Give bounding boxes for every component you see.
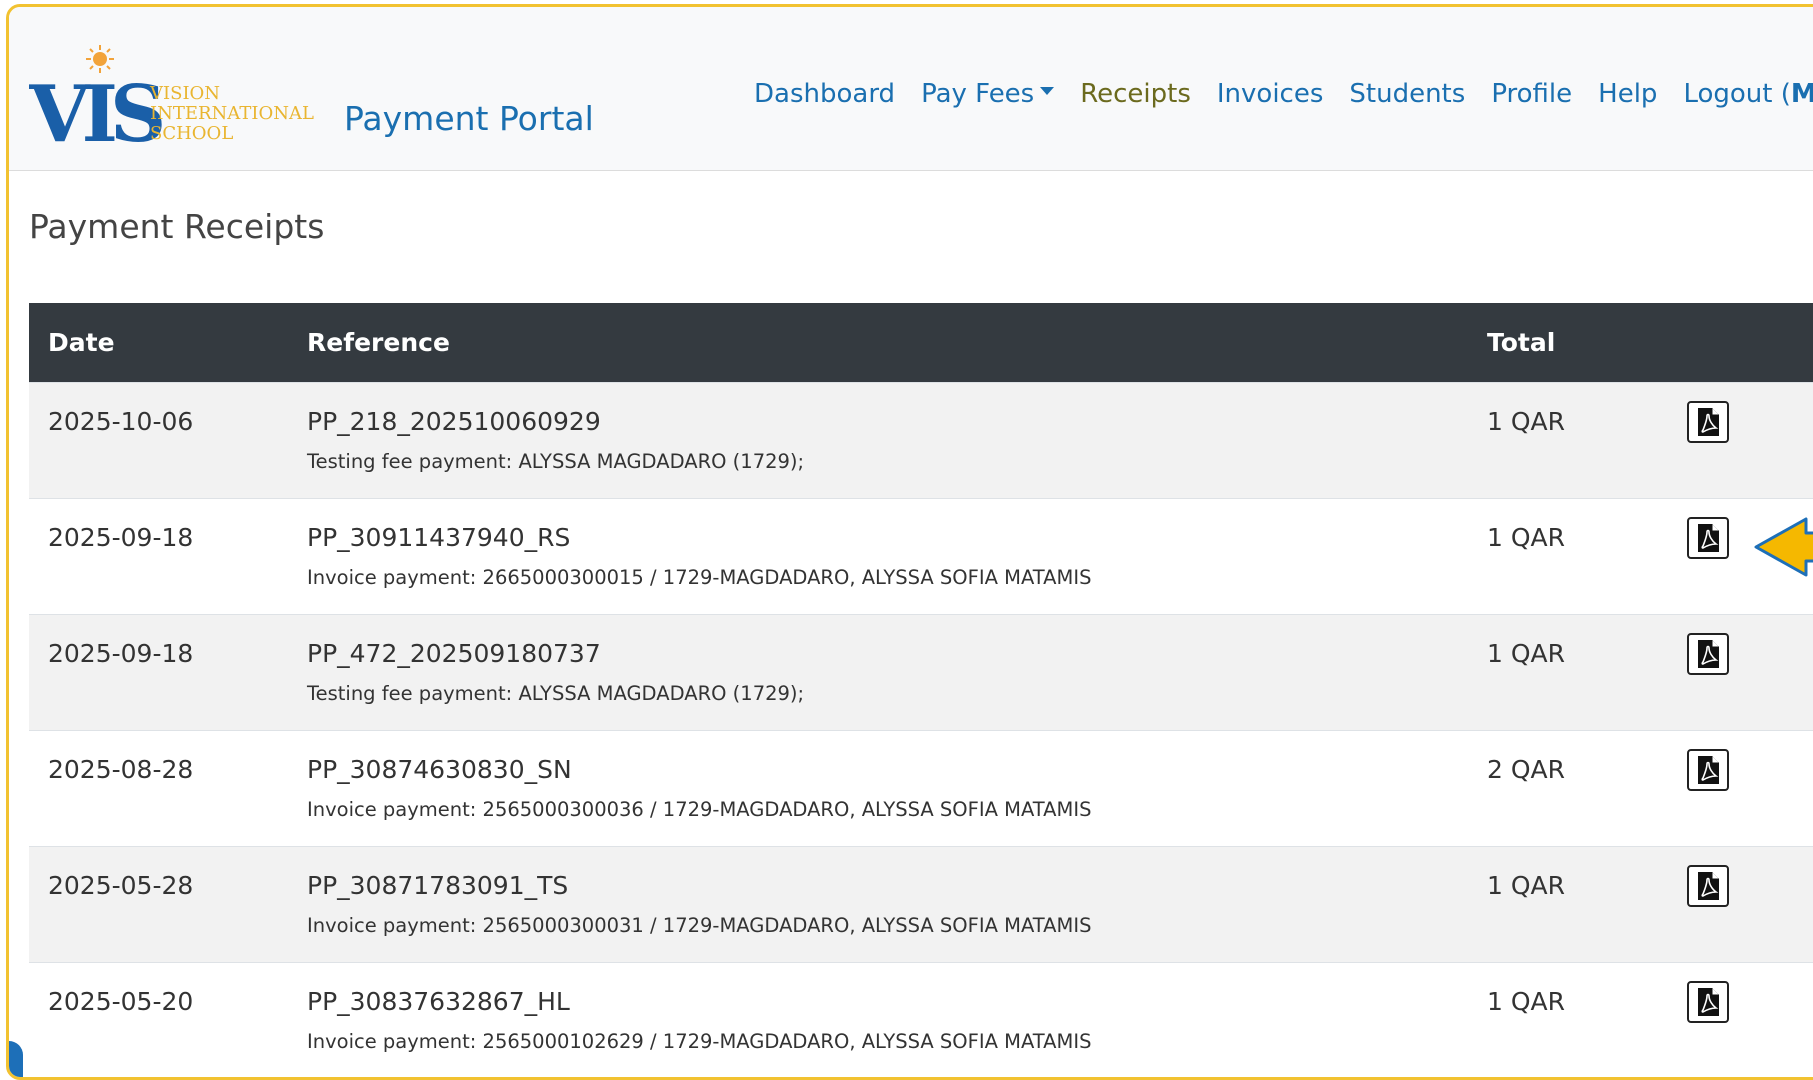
payment-description: Invoice payment: 2565000102629 / 1729-MA… — [307, 1029, 1092, 1053]
payment-description: Invoice payment: 2665000300015 / 1729-MA… — [307, 565, 1092, 589]
payment-description: Testing fee payment: ALYSSA MAGDADARO (1… — [307, 449, 805, 473]
cell-date: 2025-05-20 — [48, 986, 194, 1016]
pdf-file-icon — [1695, 871, 1721, 901]
page-title: Payment Receipts — [29, 207, 325, 246]
nav-pay-fees-label: Pay Fees — [921, 79, 1035, 109]
app-frame: VIS VISION INTERNATIONAL SCHOOL Payment … — [6, 4, 1813, 1080]
table-row: 2025-05-20 PP_30837632867_HL Invoice payme… — [29, 962, 1813, 1077]
table-body: 2025-10-06 PP_218_202510060929 Testing fee… — [29, 382, 1813, 1077]
cell-reference: PP_30874630830_SN Invoice payment: 256500… — [288, 730, 1468, 846]
payment-description: Testing fee payment: ALYSSA MAGDADARO (1… — [307, 681, 805, 705]
cell-total: 2 QAR — [1487, 754, 1566, 784]
column-header-reference: Reference — [307, 327, 450, 357]
cell-total: 1 QAR — [1487, 870, 1566, 900]
corner-decoration — [9, 1041, 23, 1077]
nav-help[interactable]: Help — [1598, 79, 1657, 109]
cell-actions — [1654, 962, 1813, 1077]
cell-actions — [1654, 614, 1813, 730]
pdf-file-icon — [1695, 407, 1721, 437]
logo-line-1: VISION — [149, 83, 220, 104]
download-pdf-button[interactable] — [1687, 516, 1729, 559]
school-logo[interactable]: VIS VISION INTERNATIONAL SCHOOL — [29, 43, 329, 153]
reference-code: PP_30874630830_SN — [307, 754, 572, 784]
logo-line-3: SCHOOL — [150, 123, 233, 144]
cell-date: 2025-09-18 — [48, 638, 194, 668]
reference-code: PP_218_202510060929 — [307, 406, 601, 436]
cell-actions — [1654, 730, 1813, 846]
cell-reference: PP_30871783091_TS Invoice payment: 256500… — [288, 846, 1468, 962]
download-pdf-button[interactable] — [1687, 400, 1729, 443]
receipts-table: Date Reference Total 2025-10-06 PP_218_20… — [29, 303, 1813, 1077]
nav-profile[interactable]: Profile — [1491, 79, 1572, 109]
cell-date: 2025-10-06 — [48, 406, 194, 436]
cell-total: 1 QAR — [1487, 522, 1566, 552]
table-row: 2025-08-28 PP_30874630830_SN Invoice payme… — [29, 730, 1813, 846]
nav-dashboard[interactable]: Dashboard — [754, 79, 895, 109]
logout-prefix: Logout ( — [1683, 79, 1791, 109]
receipts-table-container: Date Reference Total 2025-10-06 PP_218_20… — [29, 303, 1813, 1077]
column-header-total: Total — [1487, 327, 1556, 357]
pdf-file-icon — [1695, 987, 1721, 1017]
nav-students[interactable]: Students — [1349, 79, 1465, 109]
reference-code: PP_30837632867_HL — [307, 986, 570, 1016]
download-pdf-button[interactable] — [1687, 864, 1729, 907]
cell-reference: PP_218_202510060929 Testing fee payment: … — [288, 382, 1468, 498]
main-nav: Dashboard Pay Fees Receipts Invoices Stu… — [754, 79, 1813, 109]
nav-pay-fees-dropdown[interactable]: Pay Fees — [921, 79, 1055, 109]
cell-date: 2025-08-28 — [48, 754, 194, 784]
payment-description: Invoice payment: 2565000300036 / 1729-MA… — [307, 797, 1092, 821]
table-row: 2025-10-06 PP_218_202510060929 Testing fee… — [29, 382, 1813, 498]
cell-date: 2025-09-18 — [48, 522, 194, 552]
pdf-file-icon — [1695, 639, 1721, 669]
nav-receipts[interactable]: Receipts — [1080, 79, 1191, 109]
reference-code: PP_472_202509180737 — [307, 638, 601, 668]
reference-code: PP_30911437940_RS — [307, 522, 571, 552]
arrow-pointer-icon — [1754, 517, 1813, 577]
brand-title[interactable]: Payment Portal — [344, 99, 594, 138]
pdf-file-icon — [1695, 523, 1721, 553]
navbar: VIS VISION INTERNATIONAL SCHOOL Payment … — [9, 7, 1813, 171]
logo-monogram: VIS — [29, 69, 162, 153]
cell-total: 1 QAR — [1487, 638, 1566, 668]
logout-username: Maureen — [1791, 79, 1813, 109]
download-pdf-button[interactable] — [1687, 632, 1729, 675]
cell-total: 1 QAR — [1487, 986, 1566, 1016]
cell-actions — [1654, 846, 1813, 962]
cell-reference: PP_30837632867_HL Invoice payment: 256500… — [288, 962, 1468, 1077]
logo-line-2: INTERNATIONAL — [150, 103, 314, 124]
payment-description: Invoice payment: 2565000300031 / 1729-MA… — [307, 913, 1092, 937]
nav-logout[interactable]: Logout (Maureen) — [1683, 79, 1813, 109]
download-pdf-button[interactable] — [1687, 748, 1729, 791]
table-row: 2025-09-18 PP_30911437940_RS Invoice payme… — [29, 498, 1813, 614]
cell-date: 2025-05-28 — [48, 870, 194, 900]
download-pdf-button[interactable] — [1687, 980, 1729, 1023]
pdf-file-icon — [1695, 755, 1721, 785]
column-header-actions — [1654, 303, 1813, 382]
cell-actions — [1654, 382, 1813, 498]
cell-total: 1 QAR — [1487, 406, 1566, 436]
nav-invoices[interactable]: Invoices — [1217, 79, 1324, 109]
column-header-date: Date — [48, 327, 115, 357]
table-row: 2025-09-18 PP_472_202509180737 Testing fee… — [29, 614, 1813, 730]
table-header-row: Date Reference Total — [29, 303, 1813, 382]
cell-reference: PP_30911437940_RS Invoice payment: 266500… — [288, 498, 1468, 614]
cell-reference: PP_472_202509180737 Testing fee payment: … — [288, 614, 1468, 730]
caret-down-icon — [1040, 87, 1055, 95]
table-row: 2025-05-28 PP_30871783091_TS Invoice payme… — [29, 846, 1813, 962]
reference-code: PP_30871783091_TS — [307, 870, 569, 900]
